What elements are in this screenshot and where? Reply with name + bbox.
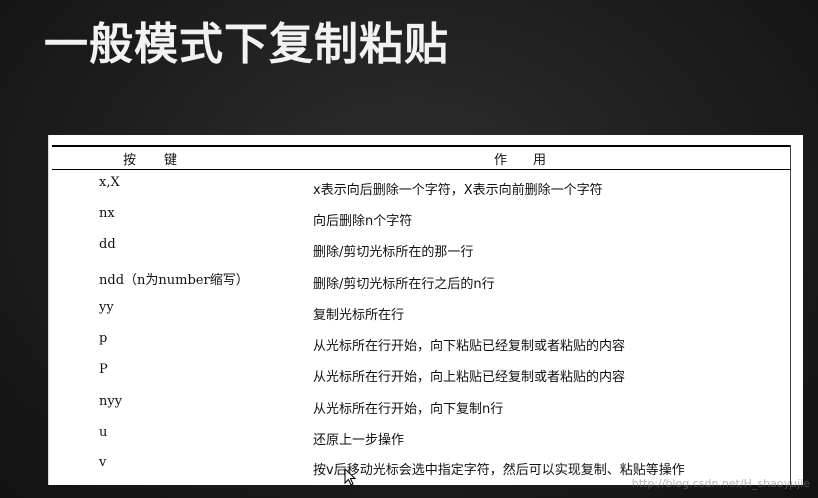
row-key: nyy [99, 394, 123, 409]
table-row: ndd（n为number缩写） 删除/剪切光标所在行之后的n行 [49, 269, 803, 300]
row-key: yy [99, 300, 114, 315]
row-desc: 从光标所在行开始，向下粘贴已经复制或者粘贴的内容 [313, 339, 626, 354]
table-row: nyy 从光标所在行开始，向下复制n行 [49, 394, 803, 425]
row-key: v [99, 455, 107, 470]
row-desc: 从光标所在行开始，向下复制n行 [313, 402, 504, 417]
row-desc: 还原上一步操作 [313, 433, 405, 448]
table-header-rule [52, 169, 791, 170]
watermark: http://blog.csdn.net/H_shaoyujie [631, 477, 810, 490]
row-desc: 从光标所在行开始，向上粘贴已经复制或者粘贴的内容 [313, 370, 626, 385]
table-row: P 从光标所在行开始，向上粘贴已经复制或者粘贴的内容 [49, 362, 803, 393]
row-desc: 按v后移动光标会选中指定字符，然后可以实现复制、粘贴等操作 [313, 463, 685, 478]
row-key: P [99, 362, 108, 377]
row-key: u [99, 425, 108, 440]
row-desc: 删除/剪切光标所在的那一行 [313, 245, 474, 260]
table-row: u 还原上一步操作 [49, 425, 803, 456]
row-key: nx [99, 206, 115, 221]
header-key: 按键 [123, 153, 206, 168]
table-row: p 从光标所在行开始，向下粘贴已经复制或者粘贴的内容 [49, 331, 803, 362]
row-key: dd [99, 237, 116, 252]
row-key: p [99, 331, 108, 346]
slide-title: 一般模式下复制粘贴 [44, 19, 449, 70]
row-key: x,X [99, 175, 120, 190]
table-row: x,X x表示向后删除一个字符，X表示向前删除一个字符 [49, 175, 803, 206]
row-desc: 删除/剪切光标所在行之后的n行 [313, 277, 495, 292]
row-key: ndd（n为number缩写） [99, 273, 249, 288]
row-desc: 复制光标所在行 [313, 308, 405, 323]
table-row: dd 删除/剪切光标所在的那一行 [49, 237, 803, 268]
row-desc: x表示向后删除一个字符，X表示向前删除一个字符 [313, 183, 603, 198]
mouse-pointer-icon [344, 468, 356, 486]
table-top-rule [52, 145, 791, 147]
row-desc: 向后删除n个字符 [313, 214, 413, 229]
header-function: 作用 [494, 153, 573, 168]
shortcut-table: 按键 作用 x,X x表示向后删除一个字符，X表示向前删除一个字符 nx 向后删… [48, 135, 803, 490]
table-row: nx 向后删除n个字符 [49, 206, 803, 237]
table-row: yy 复制光标所在行 [49, 300, 803, 331]
